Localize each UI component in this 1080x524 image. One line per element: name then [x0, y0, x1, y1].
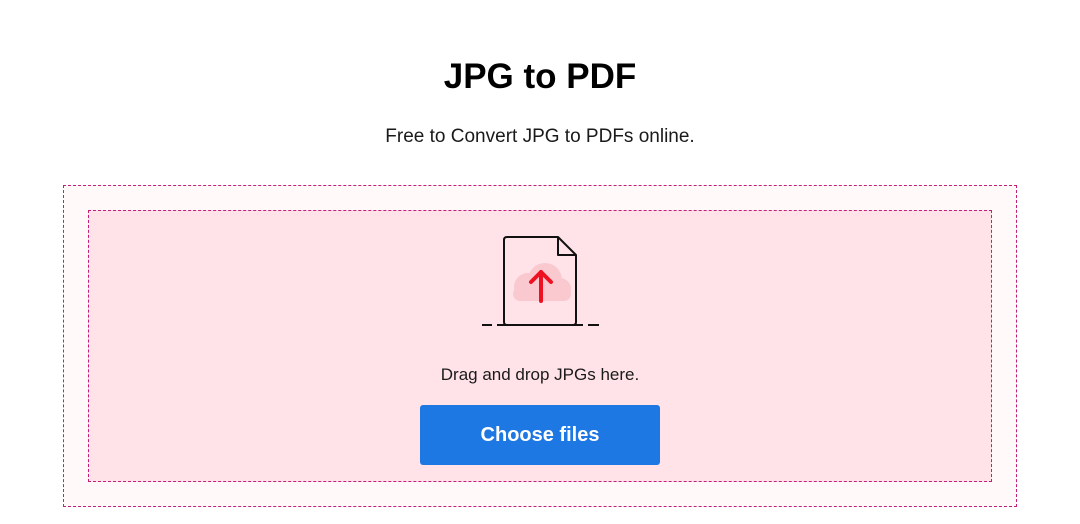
choose-files-button[interactable]: Choose files [420, 405, 660, 465]
page-title: JPG to PDF [443, 57, 637, 96]
page-subtitle: Free to Convert JPG to PDFs online. [385, 126, 695, 147]
drop-instruction: Drag and drop JPGs here. [440, 365, 640, 384]
file-upload-icon [482, 236, 599, 326]
page: JPG to PDF Free to Convert JPG to PDFs o… [0, 0, 1080, 524]
